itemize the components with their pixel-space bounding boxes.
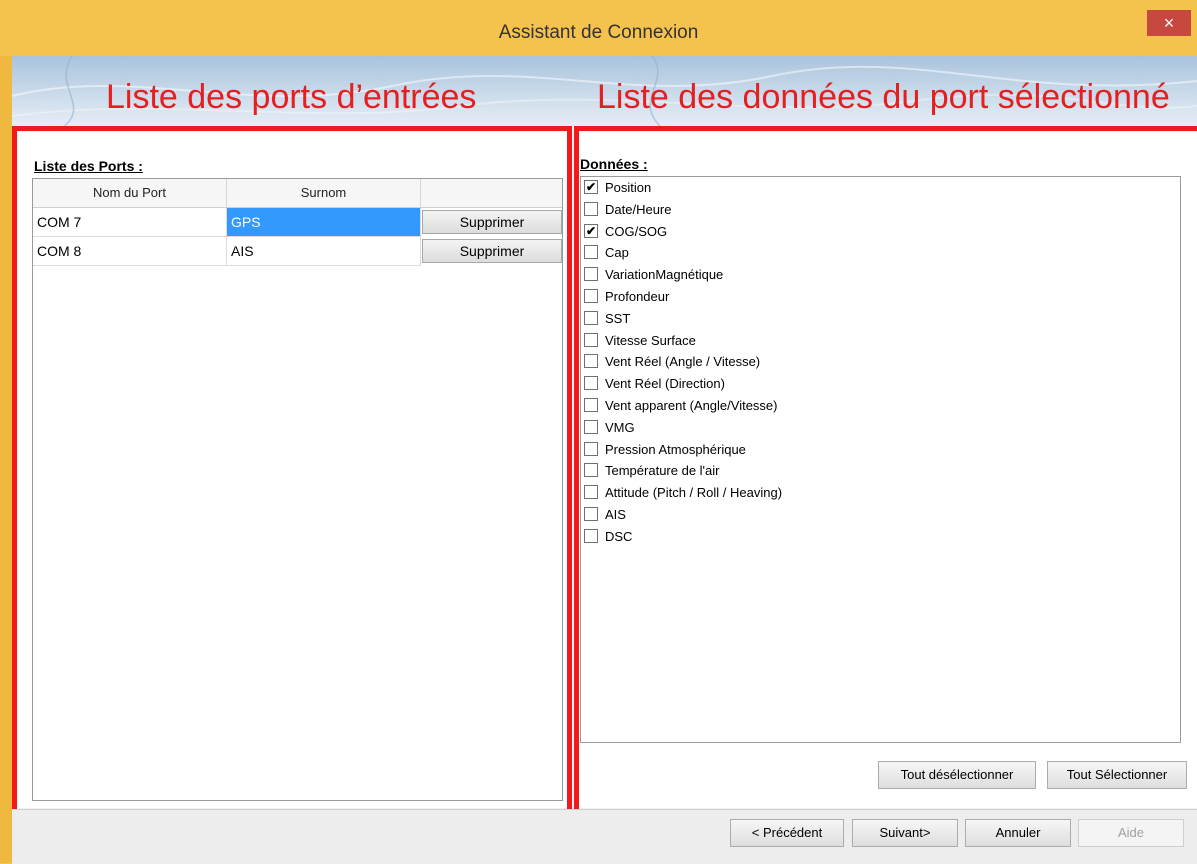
previous-button[interactable]: < Précédent xyxy=(730,819,844,847)
help-button[interactable]: Aide xyxy=(1078,819,1184,847)
navigation-bar: < Précédent Suivant> Annuler Aide xyxy=(12,809,1197,864)
title-bar: Assistant de Connexion × xyxy=(0,0,1197,56)
close-icon: × xyxy=(1163,13,1175,33)
ports-annotation-box xyxy=(12,126,572,814)
left-annotation-heading: Liste des ports d’entrées xyxy=(106,78,477,116)
cancel-button[interactable]: Annuler xyxy=(965,819,1071,847)
window-title: Assistant de Connexion xyxy=(498,22,699,43)
header-banner: Liste des ports d’entrées Liste des donn… xyxy=(12,56,1197,128)
wizard-client-area: Liste des ports d’entrées Liste des donn… xyxy=(12,56,1197,864)
next-button[interactable]: Suivant> xyxy=(852,819,958,847)
right-annotation-heading: Liste des données du port sélectionné xyxy=(597,78,1170,116)
data-annotation-box xyxy=(574,126,1197,814)
close-button[interactable]: × xyxy=(1147,10,1191,36)
wizard-window: Assistant de Connexion × Liste des ports… xyxy=(0,0,1197,864)
